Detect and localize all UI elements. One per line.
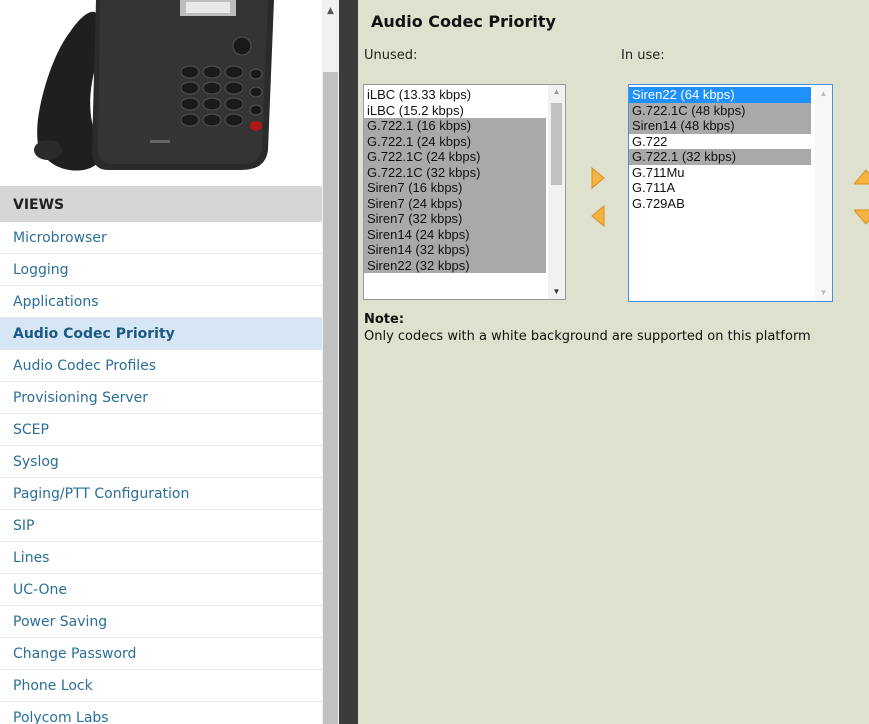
inuse-codec-items: Siren22 (64 kbps) G.722.1C (48 kbps) Siren… (629, 87, 811, 211)
scrollbar-thumb[interactable] (551, 103, 562, 185)
codec-option[interactable]: Siren14 (32 kbps) (364, 242, 546, 258)
codec-option[interactable]: G.711Mu (629, 164, 811, 180)
arrow-left-icon[interactable] (590, 204, 606, 228)
sidebar-item[interactable]: Provisioning Server (0, 382, 322, 414)
sidebar-item[interactable]: Lines (0, 542, 322, 574)
codec-option[interactable]: Siren7 (24 kbps) (364, 195, 546, 211)
sidebar-item[interactable]: Syslog (0, 446, 322, 478)
sidebar-item[interactable]: Polycom Labs (0, 702, 322, 724)
codec-option[interactable]: Siren22 (64 kbps) (629, 87, 811, 103)
scroll-down-arrow-icon[interactable]: ▼ (548, 287, 565, 296)
unused-codec-list[interactable]: iLBC (13.33 kbps) iLBC (15.2 kbps) G.722.1… (363, 84, 566, 300)
codec-option[interactable]: iLBC (13.33 kbps) (364, 87, 546, 103)
inuse-codec-list[interactable]: Siren22 (64 kbps) G.722.1C (48 kbps) Siren… (628, 84, 833, 302)
note-title: Note: (364, 312, 405, 327)
sidebar-item[interactable]: Applications (0, 286, 322, 318)
codec-option[interactable]: G.722.1C (32 kbps) (364, 164, 546, 180)
unused-codec-items: iLBC (13.33 kbps) iLBC (15.2 kbps) G.722.1… (364, 87, 546, 273)
sidebar-item[interactable]: UC-One (0, 574, 322, 606)
desk-phone-image (34, 0, 274, 171)
note-text: Only codecs with a white background are … (364, 329, 811, 344)
sidebar-item[interactable]: Logging (0, 254, 322, 286)
unused-list-scrollbar[interactable]: ▲ ▼ (548, 85, 565, 299)
scroll-up-arrow-icon[interactable]: ▲ (322, 0, 339, 22)
scroll-up-arrow-icon[interactable]: ▲ (548, 87, 565, 96)
main-panel: Audio Codec Priority Unused: In use: iLB… (358, 0, 869, 724)
sidebar-item[interactable]: Paging/PTT Configuration (0, 478, 322, 510)
codec-option[interactable]: Siren7 (16 kbps) (364, 180, 546, 196)
sidebar-item[interactable]: SCEP (0, 414, 322, 446)
inuse-list-scrollbar[interactable]: ▲ ▼ (815, 85, 832, 301)
codec-option[interactable]: G.722 (629, 133, 811, 149)
phone-image (0, 0, 322, 186)
arrow-down-icon[interactable] (854, 208, 869, 226)
sidebar-item[interactable]: Change Password (0, 638, 322, 670)
unused-label: Unused: (364, 48, 418, 63)
page-title: Audio Codec Priority (371, 12, 556, 31)
codec-option[interactable]: G.711A (629, 180, 811, 196)
inuse-label: In use: (621, 48, 665, 63)
codec-option[interactable]: G.722.1C (24 kbps) (364, 149, 546, 165)
codec-option[interactable]: Siren22 (32 kbps) (364, 257, 546, 273)
arrow-right-icon[interactable] (590, 166, 606, 190)
sidebar-item[interactable]: Audio Codec Priority (0, 318, 322, 350)
views-header: VIEWS (0, 186, 322, 222)
scrollbar-thumb[interactable] (323, 72, 338, 724)
scroll-down-arrow-icon[interactable]: ▼ (815, 288, 832, 297)
nav-list: Microbrowser Logging Applications Audio Cod… (0, 222, 322, 724)
sidebar-item[interactable]: Audio Codec Profiles (0, 350, 322, 382)
codec-option[interactable]: iLBC (15.2 kbps) (364, 102, 546, 118)
codec-option[interactable]: Siren14 (48 kbps) (629, 118, 811, 134)
sidebar-item[interactable]: Power Saving (0, 606, 322, 638)
codec-option[interactable]: G.722.1 (24 kbps) (364, 133, 546, 149)
sidebar-item[interactable]: Phone Lock (0, 670, 322, 702)
codec-option[interactable]: Siren14 (24 kbps) (364, 226, 546, 242)
codec-option[interactable]: G.722.1C (48 kbps) (629, 102, 811, 118)
sidebar-scrollbar[interactable]: ▲ (322, 0, 339, 724)
sidebar-item[interactable]: SIP (0, 510, 322, 542)
codec-option[interactable]: Siren7 (32 kbps) (364, 211, 546, 227)
sidebar: VIEWS Microbrowser Logging Applications Aud… (0, 0, 322, 724)
codec-option[interactable]: G.729AB (629, 195, 811, 211)
codec-option[interactable]: G.722.1 (32 kbps) (629, 149, 811, 165)
codec-option[interactable]: G.722.1 (16 kbps) (364, 118, 546, 134)
divider (339, 0, 358, 724)
sidebar-item[interactable]: Microbrowser (0, 222, 322, 254)
scroll-up-arrow-icon[interactable]: ▲ (815, 89, 832, 98)
arrow-up-icon[interactable] (854, 168, 869, 186)
